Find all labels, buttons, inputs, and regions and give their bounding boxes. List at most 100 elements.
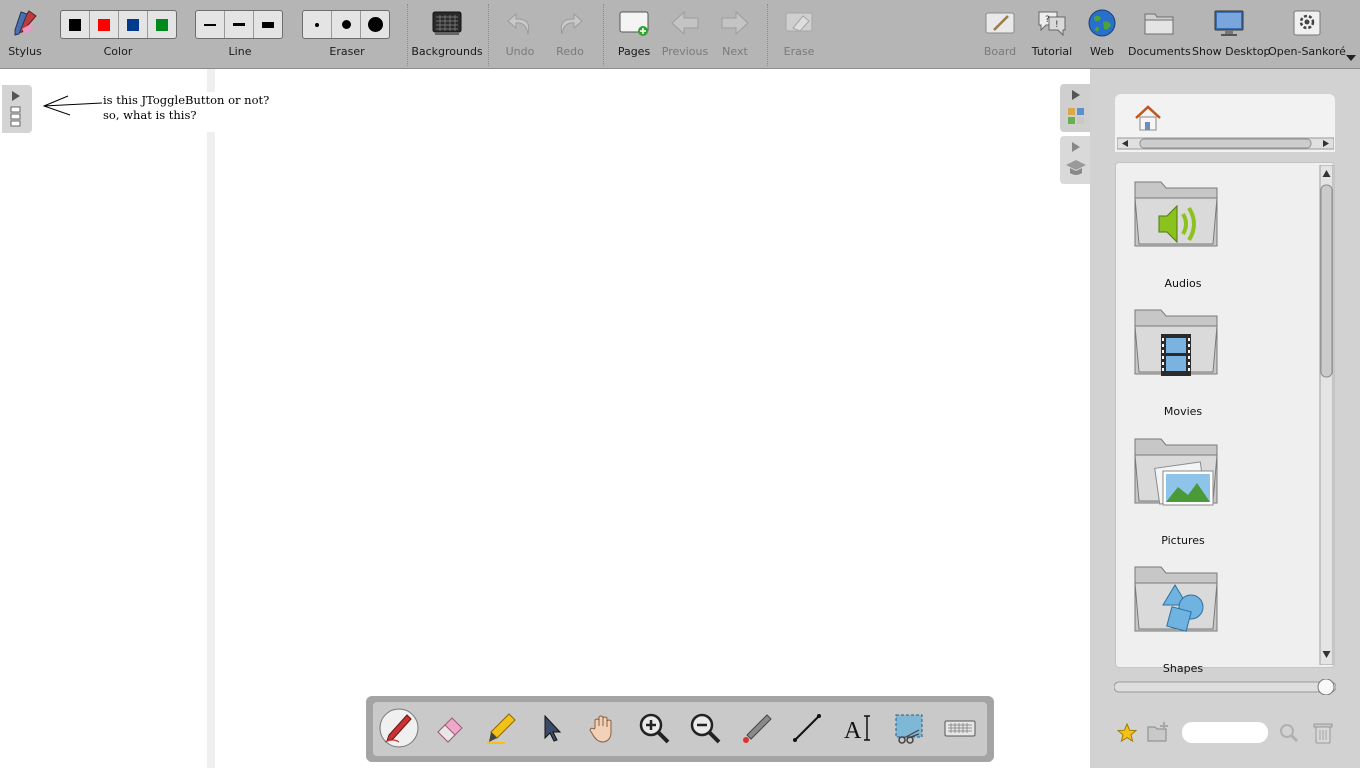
tutorial-icon: ? ! [1038, 11, 1066, 37]
documents-button[interactable]: Documents [1128, 0, 1191, 68]
board-button[interactable]: Board [976, 0, 1024, 68]
library-horizontal-scrollbar[interactable] [1117, 137, 1334, 150]
laser-pointer-icon [743, 714, 772, 743]
eraser-tool-button[interactable] [428, 706, 472, 750]
arrow-right-icon [721, 10, 749, 36]
eraser-medium-button[interactable] [332, 11, 361, 38]
search-icon[interactable] [1278, 722, 1300, 744]
stylus-icon [14, 10, 37, 36]
new-folder-icon[interactable] [1146, 721, 1170, 743]
audio-folder-icon [1134, 181, 1218, 247]
library-item-label: Shapes [1162, 662, 1204, 675]
picture-folder-icon [1134, 438, 1218, 506]
hand-tool-button[interactable] [581, 706, 625, 750]
keyboard-icon [944, 720, 976, 737]
graduation-cap-icon [1066, 160, 1086, 175]
marker-icon [487, 713, 516, 744]
capture-tool-button[interactable] [887, 706, 931, 750]
marker-tool-button[interactable] [479, 706, 523, 750]
hand-icon [589, 715, 612, 743]
library-item-movies[interactable]: Movies [1125, 298, 1241, 418]
zoom-out-tool-button[interactable] [683, 706, 727, 750]
shapes-folder-icon [1134, 566, 1218, 632]
stylus-label: Stylus [8, 45, 42, 58]
tutorial-label: Tutorial [1031, 45, 1073, 58]
eraser-icon [437, 717, 463, 743]
undo-button[interactable]: Undo [496, 0, 544, 68]
open-sankore-menu-button[interactable]: Open-Sankoré [1268, 0, 1346, 68]
whiteboard-canvas[interactable] [0, 69, 1090, 768]
eraser-large-button[interactable] [361, 11, 389, 38]
zoom-in-icon [639, 713, 670, 744]
library-vertical-scrollbar[interactable] [1319, 165, 1334, 665]
line-label: Line [228, 45, 252, 58]
show-desktop-label: Show Desktop [1192, 45, 1271, 58]
color-blue-button[interactable] [119, 11, 148, 38]
pages-label: Pages [617, 45, 651, 58]
keyboard-tool-button[interactable] [938, 706, 982, 750]
line-thin-button[interactable] [196, 11, 225, 38]
folder-icon [1144, 13, 1174, 35]
library-item-label: Pictures [1161, 534, 1205, 547]
toolbar-separator [767, 4, 768, 66]
eraser-small-button[interactable] [303, 11, 332, 38]
line-thick-button[interactable] [254, 11, 282, 38]
thumbnail-size-slider[interactable] [1114, 679, 1336, 695]
color-red-button[interactable] [90, 11, 119, 38]
line-medium-button[interactable] [225, 11, 254, 38]
documents-label: Documents [1128, 45, 1191, 58]
previous-button[interactable]: Previous [659, 0, 711, 68]
capture-icon [895, 714, 923, 744]
next-label: Next [722, 45, 748, 58]
library-item-shapes[interactable]: Shapes [1125, 555, 1241, 675]
show-desktop-button[interactable]: Show Desktop [1192, 0, 1271, 68]
erase-button[interactable]: Erase [773, 0, 825, 68]
undo-icon [507, 12, 530, 35]
line-group: Line [195, 0, 285, 68]
tutorial-button[interactable]: ? ! Tutorial [1028, 0, 1076, 68]
pen-tool-button[interactable] [377, 706, 421, 750]
redo-label: Redo [556, 45, 584, 58]
toolbar-separator [407, 4, 408, 66]
stylus-button[interactable]: Stylus [0, 0, 50, 68]
selector-tool-button[interactable] [530, 706, 574, 750]
redo-button[interactable]: Redo [546, 0, 594, 68]
open-sankore-label: Open-Sankoré [1268, 45, 1346, 58]
left-palette-toggle[interactable] [2, 85, 32, 133]
text-tool-button[interactable]: A [836, 706, 880, 750]
play-arrow-icon [1072, 142, 1080, 152]
laser-pointer-tool-button[interactable] [734, 706, 778, 750]
web-label: Web [1090, 45, 1114, 58]
arrow-left-icon [671, 10, 699, 36]
line-width-selector [195, 10, 283, 39]
previous-label: Previous [661, 45, 709, 58]
backgrounds-button[interactable]: Backgrounds [410, 0, 484, 68]
home-icon[interactable] [1133, 104, 1163, 132]
pen-icon [379, 708, 419, 748]
undo-label: Undo [505, 45, 535, 58]
color-black-button[interactable] [61, 11, 90, 38]
board-annotation[interactable]: is this JToggleButton or not? so, what i… [40, 92, 280, 132]
color-green-button[interactable] [148, 11, 176, 38]
monitor-icon [1214, 10, 1244, 36]
library-palette-toggle[interactable] [1060, 84, 1090, 132]
erase-label: Erase [783, 45, 815, 58]
arrow-annotation-icon [42, 95, 103, 116]
line-tool-button[interactable] [785, 706, 829, 750]
web-button[interactable]: Web [1080, 0, 1124, 68]
zoom-in-tool-button[interactable] [632, 706, 676, 750]
eraser-size-selector [302, 10, 390, 39]
dropdown-arrow-icon[interactable] [1346, 55, 1356, 61]
page-margin-stripe [207, 69, 215, 768]
library-item-pictures[interactable]: Pictures [1125, 427, 1241, 547]
teacher-palette-toggle[interactable] [1060, 136, 1090, 184]
next-button[interactable]: Next [710, 0, 760, 68]
favorite-star-icon[interactable] [1116, 722, 1138, 744]
trash-icon[interactable] [1312, 721, 1334, 745]
play-arrow-icon [12, 91, 20, 101]
backgrounds-label: Backgrounds [411, 45, 483, 58]
pages-button[interactable]: Pages [608, 0, 660, 68]
library-search-input[interactable] [1182, 722, 1268, 743]
color-group: Color [58, 0, 178, 68]
library-item-audios[interactable]: Audios [1125, 170, 1241, 290]
